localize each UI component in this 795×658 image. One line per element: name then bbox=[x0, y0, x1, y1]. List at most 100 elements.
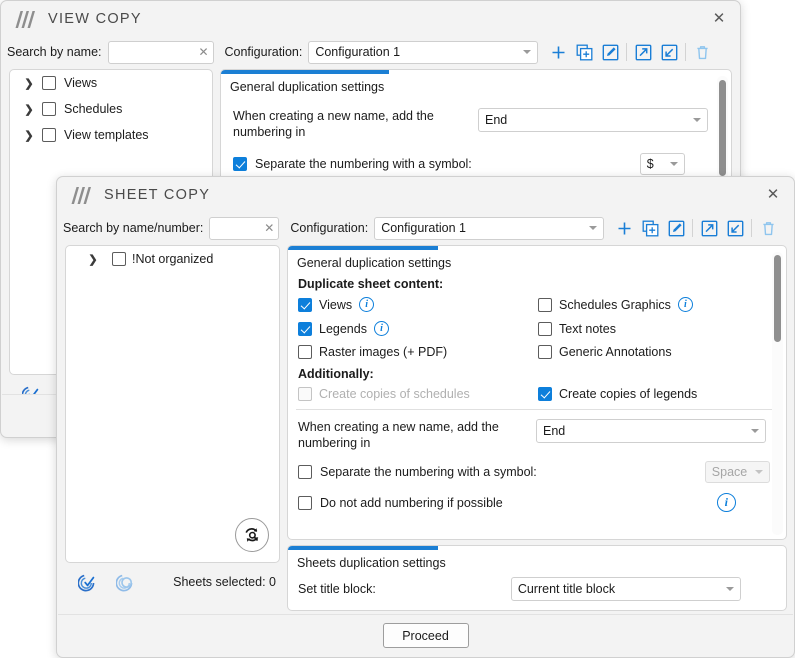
proceed-button[interactable]: Proceed bbox=[382, 623, 469, 648]
checkbox-raster-images[interactable]: Raster images (+ PDF) bbox=[298, 345, 538, 359]
close-icon[interactable]: ✕ bbox=[756, 180, 790, 208]
export-arrow-icon bbox=[701, 220, 718, 236]
sheet-copy-statusbar: Sheets selected: 0 bbox=[58, 567, 288, 597]
title-block-select[interactable]: Current title block bbox=[510, 577, 741, 601]
configuration-select[interactable]: Configuration 1 bbox=[308, 40, 539, 64]
section-title: General duplication settings bbox=[230, 80, 385, 94]
sheet-copy-titlebar: SHEET COPY ✕ bbox=[57, 177, 794, 213]
refresh-search-button[interactable] bbox=[235, 518, 269, 552]
chevron-down-icon bbox=[754, 470, 763, 474]
scrollbar-thumb[interactable] bbox=[774, 255, 781, 342]
export-arrow-icon bbox=[635, 44, 652, 60]
add-configuration-button[interactable] bbox=[611, 215, 637, 241]
close-icon[interactable]: ✕ bbox=[702, 4, 736, 32]
separate-symbol-checkbox[interactable] bbox=[233, 157, 247, 171]
import-configuration-button[interactable] bbox=[722, 215, 748, 241]
separate-symbol-checkbox[interactable] bbox=[298, 465, 312, 479]
search-box[interactable]: ✕ bbox=[107, 40, 214, 64]
clear-icon[interactable]: ✕ bbox=[198, 46, 208, 58]
numbering-position-select[interactable]: End bbox=[536, 419, 766, 443]
deselect-all-icon[interactable] bbox=[116, 573, 135, 592]
delete-configuration-button[interactable] bbox=[689, 39, 715, 65]
configuration-label: Configuration: bbox=[290, 221, 369, 235]
general-duplication-section-header: General duplication settings bbox=[288, 246, 786, 270]
chevron-right-icon[interactable]: ❯ bbox=[84, 253, 102, 266]
export-configuration-button[interactable] bbox=[696, 215, 722, 241]
separate-symbol-row: Separate the numbering with a symbol: $ bbox=[221, 140, 731, 175]
view-copy-titlebar: VIEW COPY ✕ bbox=[1, 1, 740, 37]
title-block-label: Set title block: bbox=[298, 582, 376, 596]
tree-item-label: Views bbox=[64, 76, 98, 90]
trash-icon bbox=[763, 221, 774, 235]
tree-checkbox[interactable] bbox=[42, 76, 56, 90]
search-input[interactable] bbox=[108, 41, 213, 63]
info-icon[interactable]: i bbox=[373, 321, 389, 336]
search-box[interactable]: ✕ bbox=[209, 216, 280, 240]
rename-configuration-button[interactable] bbox=[663, 215, 689, 241]
no-numbering-row: Do not add numbering if possible i bbox=[288, 483, 786, 512]
tree-item-label: View templates bbox=[64, 128, 149, 142]
symbol-select[interactable]: $ bbox=[639, 153, 685, 175]
rename-configuration-button[interactable] bbox=[597, 39, 623, 65]
chevron-right-icon[interactable]: ❯ bbox=[20, 103, 38, 116]
no-numbering-checkbox[interactable] bbox=[298, 495, 312, 510]
checkbox-label: Generic Annotations bbox=[559, 345, 672, 359]
numbering-label: When creating a new name, add the number… bbox=[298, 420, 499, 450]
checkbox-text-notes[interactable]: Text notes bbox=[538, 321, 616, 336]
select-all-icon[interactable] bbox=[78, 573, 97, 592]
add-configuration-button[interactable] bbox=[545, 39, 571, 65]
sheet-copy-window: SHEET COPY ✕ Search by name/number: ✕ Co… bbox=[56, 176, 795, 658]
chevron-right-icon[interactable]: ❯ bbox=[20, 77, 38, 90]
tree-item-view-templates[interactable]: ❯ View templates bbox=[10, 122, 212, 148]
numbering-position-value: End bbox=[485, 113, 508, 127]
info-icon[interactable]: i bbox=[677, 297, 693, 312]
toolbar-separator bbox=[685, 43, 687, 61]
duplicate-configuration-button[interactable] bbox=[571, 39, 597, 65]
tree-item-views[interactable]: ❯ Views bbox=[10, 70, 212, 96]
duplicate-configuration-button[interactable] bbox=[637, 215, 663, 241]
chevron-right-icon[interactable]: ❯ bbox=[20, 129, 38, 142]
configuration-select[interactable]: Configuration 1 bbox=[374, 216, 605, 240]
tree-item-label: !Not organized bbox=[132, 252, 214, 266]
tree-checkbox[interactable] bbox=[42, 102, 56, 116]
tree-item-not-organized[interactable]: ❯ !Not organized bbox=[66, 246, 279, 272]
checkbox-label: Text notes bbox=[559, 321, 616, 336]
refresh-search-icon bbox=[245, 528, 259, 542]
chevron-down-icon bbox=[693, 118, 701, 122]
numbering-row: When creating a new name, add the number… bbox=[288, 410, 786, 451]
checkbox-label: Raster images (+ PDF) bbox=[319, 345, 448, 359]
export-configuration-button[interactable] bbox=[630, 39, 656, 65]
raster-images-checkbox[interactable] bbox=[298, 345, 312, 359]
tree-checkbox[interactable] bbox=[112, 252, 126, 266]
checkbox-views[interactable]: Views i bbox=[298, 297, 538, 312]
separate-symbol-label: Separate the numbering with a symbol: bbox=[320, 465, 537, 479]
views-checkbox[interactable] bbox=[298, 297, 312, 312]
schedules-graphics-checkbox[interactable] bbox=[538, 297, 552, 312]
legends-checkbox[interactable] bbox=[298, 321, 312, 336]
general-settings-scrollbar[interactable] bbox=[772, 252, 783, 535]
clear-icon[interactable]: ✕ bbox=[264, 222, 274, 234]
generic-annotations-checkbox[interactable] bbox=[538, 345, 552, 359]
checkbox-legends[interactable]: Legends i bbox=[298, 321, 538, 336]
numbering-position-value: End bbox=[543, 424, 566, 438]
checkbox-label: Legends bbox=[319, 321, 367, 336]
info-icon[interactable]: i bbox=[716, 493, 736, 512]
checkbox-generic-annotations[interactable]: Generic Annotations bbox=[538, 345, 672, 359]
additionally-header: Additionally: bbox=[298, 367, 374, 381]
text-notes-checkbox[interactable] bbox=[538, 321, 552, 336]
delete-configuration-button[interactable] bbox=[755, 215, 781, 241]
toolbar-separator bbox=[751, 219, 753, 237]
logo-triple-slash-icon bbox=[71, 186, 91, 204]
tree-checkbox[interactable] bbox=[42, 128, 56, 142]
create-copies-schedules-checkbox bbox=[298, 387, 312, 401]
sheet-tree-panel: ❯ !Not organized bbox=[65, 245, 280, 563]
create-copies-legends-checkbox[interactable] bbox=[538, 387, 552, 401]
import-configuration-button[interactable] bbox=[656, 39, 682, 65]
plus-icon bbox=[552, 46, 565, 58]
info-icon[interactable]: i bbox=[359, 297, 375, 312]
numbering-position-select[interactable]: End bbox=[478, 108, 708, 132]
tree-item-schedules[interactable]: ❯ Schedules bbox=[10, 96, 212, 122]
scrollbar-thumb[interactable] bbox=[719, 80, 726, 176]
checkbox-schedules-graphics[interactable]: Schedules Graphics i bbox=[538, 297, 693, 312]
checkbox-create-copies-of-legends[interactable]: Create copies of legends bbox=[538, 387, 697, 401]
